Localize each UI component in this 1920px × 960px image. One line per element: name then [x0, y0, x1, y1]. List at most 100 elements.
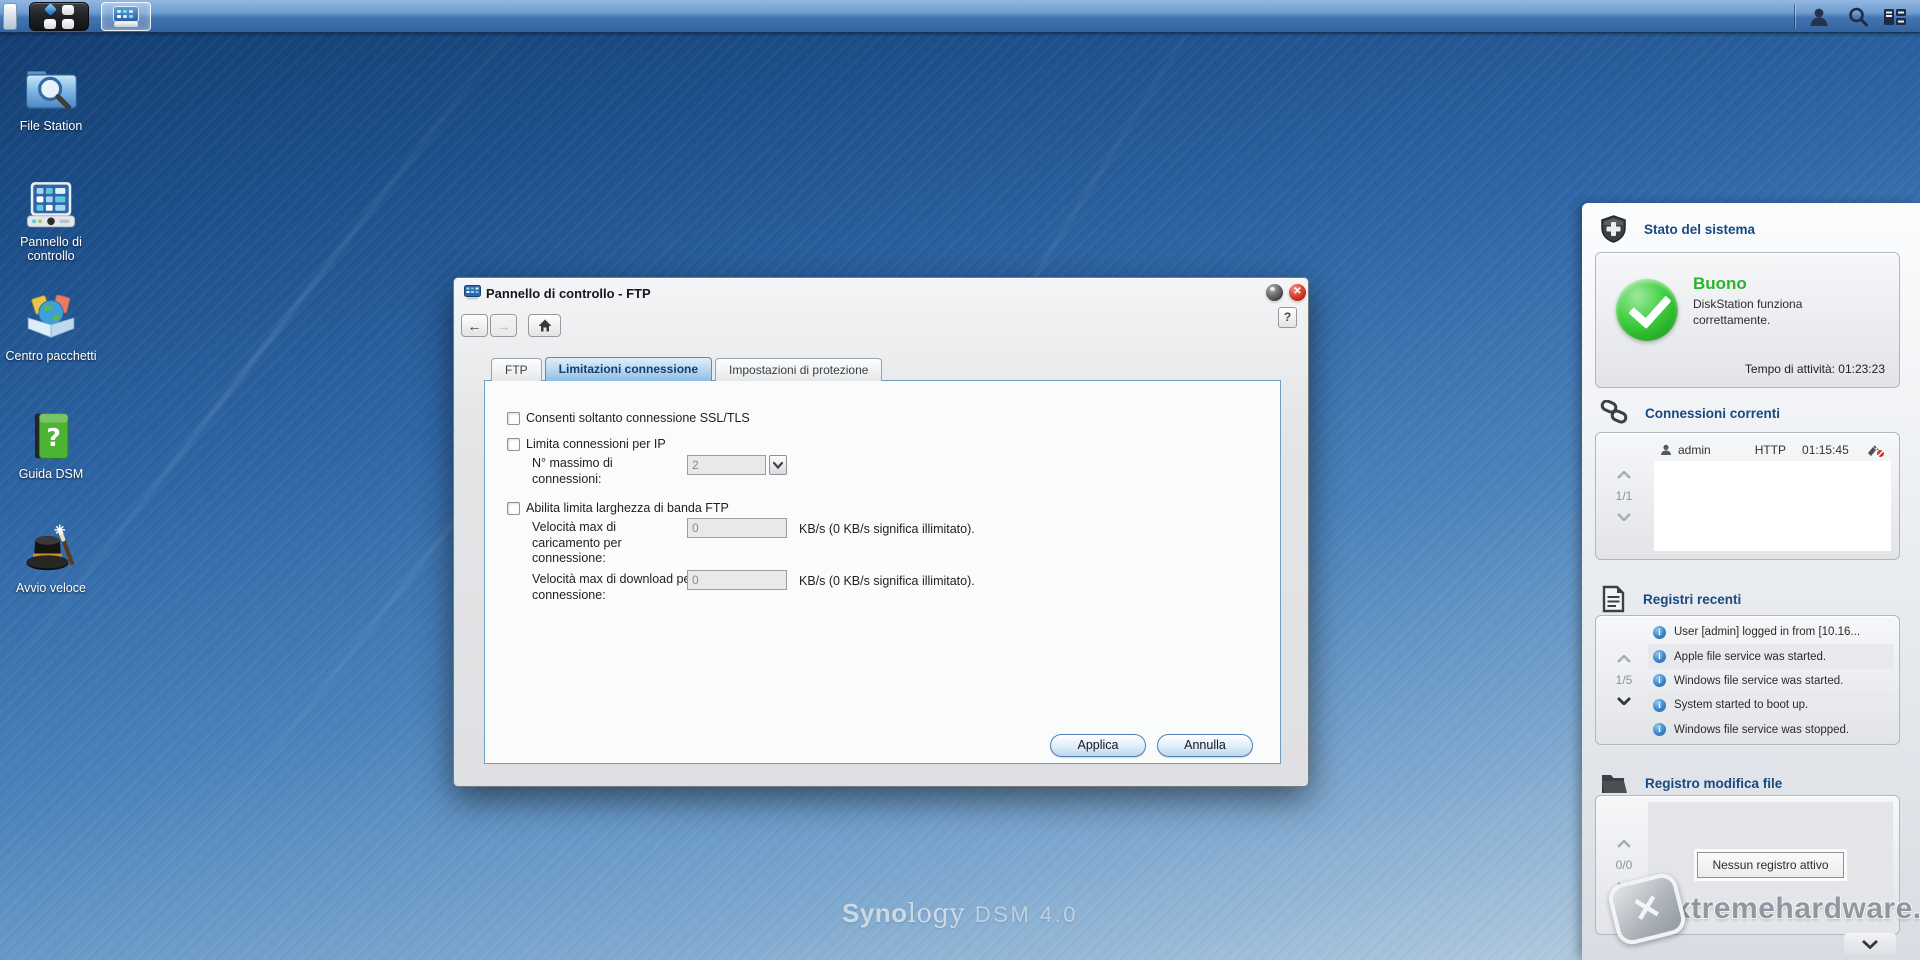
- log-row: i Apple file service was started.: [1648, 644, 1894, 669]
- upload-speed-label: Velocità max di caricamento per connessi…: [532, 520, 622, 566]
- taskbar-divider: [1794, 4, 1795, 29]
- ssl-only-label: Consenti soltanto connessione SSL/TLS: [526, 411, 750, 425]
- page-up-icon[interactable]: [1617, 471, 1631, 479]
- connection-time: 01:15:45: [1802, 443, 1849, 457]
- connection-protocol: HTTP: [1754, 443, 1787, 457]
- ssl-only-checkbox[interactable]: [507, 412, 520, 425]
- info-icon: i: [1653, 650, 1666, 664]
- limit-ip-checkbox[interactable]: [507, 438, 520, 451]
- help-button[interactable]: ?: [1278, 307, 1297, 328]
- download-speed-suffix: KB/s (0 KB/s significa illimitato).: [799, 574, 975, 588]
- folder-open-icon: [1602, 775, 1627, 793]
- log-text: Windows file service was started.: [1674, 674, 1844, 687]
- window-title: Pannello di controllo - FTP: [486, 286, 651, 301]
- system-status-header: Stato del sistema: [1600, 215, 1755, 243]
- desktop-icon-quick-start[interactable]: Avvio veloce: [3, 522, 99, 595]
- log-row: i System started to boot up.: [1648, 693, 1894, 718]
- widget-panels-icon: [1884, 8, 1906, 25]
- xtremehardware-watermark: ✕ xtremehardware.com: [1605, 870, 1920, 948]
- widget-title: Registri recenti: [1643, 591, 1742, 607]
- home-icon: [538, 319, 551, 332]
- tab-ftp[interactable]: FTP: [491, 358, 542, 381]
- connections-header: Connessioni correnti: [1600, 400, 1780, 426]
- no-active-log-button[interactable]: Nessun registro attivo: [1697, 852, 1844, 878]
- minimize-button[interactable]: [1266, 284, 1283, 301]
- page-down-icon[interactable]: [1617, 697, 1631, 705]
- download-speed-label: Velocità max di download per connessione…: [532, 572, 695, 602]
- info-icon: i: [1653, 625, 1666, 639]
- info-icon: i: [1653, 698, 1666, 712]
- chevron-down-icon: [773, 461, 783, 469]
- system-status-box: Buono DiskStation funziona correttamente…: [1595, 252, 1900, 388]
- logs-pager: 1/5: [1596, 616, 1652, 744]
- user-menu-button[interactable]: [1802, 3, 1836, 30]
- chevron-down-icon: [1862, 939, 1878, 949]
- log-text: Apple file service was started.: [1674, 650, 1827, 663]
- svg-text:?: ?: [46, 423, 61, 452]
- desktop-icon-label: Guida DSM: [18, 467, 84, 481]
- control-panel-ftp-window: Pannello di controllo - FTP ✕ ← → ? FTP …: [453, 277, 1309, 787]
- max-connections-label: N° massimo di connessioni:: [532, 456, 613, 486]
- search-button[interactable]: [1843, 3, 1873, 30]
- widget-pilot-button[interactable]: [1878, 3, 1912, 30]
- tab-security-settings[interactable]: Impostazioni di protezione: [715, 358, 883, 381]
- log-text: Windows file service was stopped.: [1674, 723, 1850, 736]
- desktop: File Station Pannello di controllo Centr…: [0, 0, 1920, 960]
- show-desktop-button[interactable]: [3, 3, 17, 30]
- taskbar: [0, 0, 1920, 33]
- uptime-text: Tempo di attività: 01:23:23: [1744, 362, 1885, 376]
- download-speed-input: 0: [687, 570, 787, 590]
- log-text: User [admin] logged in from [10.16...: [1674, 626, 1861, 639]
- apply-button[interactable]: Applica: [1050, 734, 1146, 757]
- logo-dsm-version: DSM 4.0: [974, 902, 1078, 927]
- upload-speed-suffix: KB/s (0 KB/s significa illimitato).: [799, 522, 975, 536]
- max-connections-select: 2: [687, 455, 766, 475]
- tab-content-panel: Consenti soltanto connessione SSL/TLS Li…: [484, 380, 1281, 764]
- desktop-icon-dsm-help[interactable]: ? Guida DSM: [3, 408, 99, 481]
- dsm-help-icon: ?: [23, 408, 79, 464]
- back-button[interactable]: ←: [461, 314, 488, 337]
- desktop-icon-control-panel[interactable]: Pannello di controllo: [3, 176, 99, 264]
- log-list: i User [admin] logged in from [10.16... i…: [1648, 620, 1894, 740]
- control-panel-icon: [113, 6, 139, 27]
- main-menu-grid-icon: [44, 2, 74, 29]
- watermark-text: xtremehardware.com: [1674, 892, 1920, 925]
- desktop-icon-label: Avvio veloce: [16, 581, 86, 595]
- desktop-icon-label: Pannello di controllo: [20, 235, 82, 264]
- disconnect-icon[interactable]: [1866, 443, 1885, 458]
- connection-row: admin HTTP 01:15:45: [1654, 439, 1891, 461]
- widget-title: Registro modifica file: [1645, 775, 1783, 791]
- connections-pager: 1/1: [1596, 433, 1652, 559]
- page-up-icon[interactable]: [1617, 655, 1631, 663]
- desktop-icon-package-center[interactable]: Centro pacchetti: [3, 290, 99, 363]
- document-icon: [1602, 585, 1625, 613]
- page-down-icon[interactable]: [1617, 513, 1631, 521]
- close-button[interactable]: ✕: [1289, 284, 1306, 301]
- search-icon: [1849, 7, 1868, 26]
- desktop-icon-file-station[interactable]: File Station: [3, 60, 99, 133]
- connections-box: 1/1 admin HTTP 01:15:45: [1595, 432, 1900, 560]
- pager-label: 1/1: [1615, 489, 1633, 503]
- window-title-icon: [464, 285, 481, 300]
- logo-logy: logy: [907, 899, 965, 929]
- pager-label: 0/0: [1615, 858, 1633, 872]
- shield-cross-icon: [1601, 215, 1626, 243]
- log-text: System started to boot up.: [1674, 699, 1809, 712]
- file-change-log-header: Registro modifica file: [1600, 771, 1782, 795]
- control-panel-icon: [23, 176, 79, 232]
- cancel-button[interactable]: Annulla: [1157, 734, 1253, 757]
- user-icon: [1810, 8, 1828, 26]
- max-connections-dropdown-button: [769, 455, 787, 475]
- taskbar-item-control-panel[interactable]: [101, 2, 151, 31]
- bandwidth-limit-checkbox[interactable]: [507, 502, 520, 515]
- main-menu-button[interactable]: [29, 2, 89, 31]
- status-ok-icon: [1616, 279, 1678, 341]
- log-row: i User [admin] logged in from [10.16...: [1648, 620, 1894, 644]
- tab-connection-limits[interactable]: Limitazioni connessione: [544, 357, 713, 381]
- page-up-icon[interactable]: [1617, 840, 1631, 848]
- recent-logs-header: Registri recenti: [1600, 585, 1741, 613]
- status-description: DiskStation funziona correttamente.: [1693, 297, 1803, 327]
- home-button[interactable]: [528, 314, 561, 337]
- watermark-x-badge-icon: ✕: [1605, 870, 1689, 948]
- connections-list: admin HTTP 01:15:45: [1654, 439, 1891, 551]
